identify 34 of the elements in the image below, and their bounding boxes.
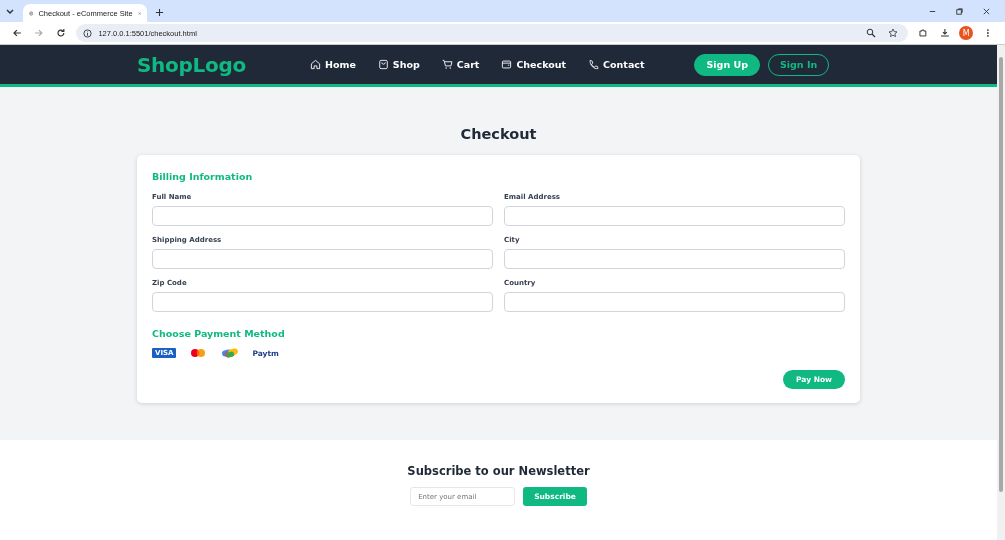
nav-link[interactable]: Home <box>310 59 356 70</box>
wallet-icon <box>501 59 513 70</box>
nav-link[interactable]: Checkout <box>501 59 567 70</box>
back-icon[interactable] <box>12 28 22 38</box>
input-field[interactable] <box>152 206 493 226</box>
phone-icon <box>588 59 600 70</box>
home-icon <box>310 59 321 70</box>
page-title: Checkout <box>460 126 537 142</box>
input-field[interactable] <box>152 249 493 269</box>
bookmark-star-icon[interactable] <box>887 28 898 38</box>
restore-icon[interactable] <box>955 6 964 16</box>
nav-link[interactable]: Contact <box>588 59 645 70</box>
input-field[interactable] <box>504 249 845 269</box>
colorful-stripes-icon[interactable] <box>220 348 241 358</box>
cart-icon <box>441 59 453 70</box>
newsletter-heading: Subscribe to our Newsletter <box>407 464 590 478</box>
section-heading: Billing Information <box>152 171 254 182</box>
download-icon[interactable] <box>939 28 950 38</box>
scrollbar[interactable] <box>997 45 1005 540</box>
section-heading: Choose Payment Method <box>152 328 286 339</box>
input-field[interactable] <box>152 292 493 312</box>
close-icon[interactable] <box>982 6 991 16</box>
logo[interactable]: ShopLogo <box>137 52 310 77</box>
zoom-icon[interactable] <box>865 28 876 38</box>
info-icon[interactable] <box>83 28 93 38</box>
input-field[interactable] <box>504 206 845 226</box>
nav-link[interactable]: Shop <box>377 59 420 70</box>
tab-list-icon[interactable] <box>5 6 15 16</box>
new-tab-icon[interactable] <box>155 8 164 17</box>
profile-avatar[interactable]: M <box>959 26 974 40</box>
input-field[interactable] <box>504 292 845 312</box>
shopping-bag-icon <box>377 59 389 70</box>
reload-icon[interactable] <box>55 28 66 38</box>
nav-link[interactable]: Cart <box>441 59 480 70</box>
